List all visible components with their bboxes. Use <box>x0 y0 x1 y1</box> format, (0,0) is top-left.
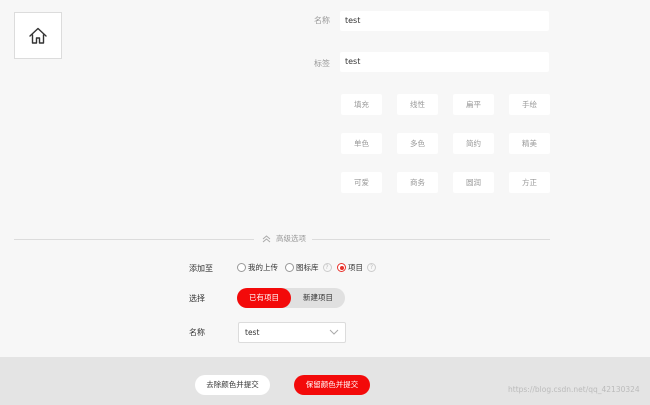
radio-label: 图标库 <box>296 263 319 272</box>
tag-chip[interactable]: 手绘 <box>509 94 550 115</box>
advanced-options-toggle[interactable]: 高级选项 <box>260 233 308 244</box>
radio-label: 项目 <box>348 263 363 272</box>
remove-color-submit-button[interactable]: 去除颜色并提交 <box>195 375 270 395</box>
radio-label: 我的上传 <box>248 263 278 272</box>
radio-project[interactable]: 项目 ? <box>337 262 376 273</box>
tag-chip[interactable]: 方正 <box>509 172 550 193</box>
chevron-down-icon <box>329 329 339 335</box>
tag-chip[interactable]: 单色 <box>341 133 382 154</box>
tag-label: 标签 <box>314 59 330 68</box>
keep-color-submit-button[interactable]: 保留颜色并提交 <box>294 375 370 395</box>
select-label: 选择 <box>189 294 205 303</box>
tag-input[interactable]: test <box>340 52 549 72</box>
radio-icon-library[interactable]: 图标库 ? <box>285 262 332 273</box>
add-to-label: 添加至 <box>189 264 213 273</box>
name-label: 名称 <box>314 16 330 25</box>
tag-chip[interactable]: 多色 <box>397 133 438 154</box>
divider-right <box>312 239 550 240</box>
tag-chip[interactable]: 精美 <box>509 133 550 154</box>
help-icon[interactable]: ? <box>322 263 332 272</box>
radio-circle <box>285 263 294 272</box>
home-icon <box>29 27 47 44</box>
project-select[interactable]: test <box>238 322 346 343</box>
tag-chip[interactable]: 可爱 <box>341 172 382 193</box>
tag-chip[interactable]: 简约 <box>453 133 494 154</box>
existing-project-tab[interactable]: 已有项目 <box>237 288 291 308</box>
project-select-value: test <box>245 328 260 337</box>
divider-left <box>14 239 254 240</box>
double-chevron-up-icon <box>262 234 271 242</box>
tag-chip[interactable]: 商务 <box>397 172 438 193</box>
name-input[interactable]: test <box>340 11 549 31</box>
project-name-label: 名称 <box>189 328 205 337</box>
watermark: https://blog.csdn.net/qq_42130324 <box>508 385 640 394</box>
tag-chip[interactable]: 填充 <box>341 94 382 115</box>
help-icon[interactable]: ? <box>367 263 376 272</box>
radio-my-uploads[interactable]: 我的上传 <box>237 262 278 273</box>
project-mode-toggle: 已有项目 新建项目 <box>237 288 345 308</box>
radio-circle <box>237 263 246 272</box>
radio-circle-selected <box>337 263 346 272</box>
tag-chip[interactable]: 圆润 <box>453 172 494 193</box>
advanced-options-label: 高级选项 <box>276 234 306 243</box>
tag-chip[interactable]: 扁平 <box>453 94 494 115</box>
tag-chip[interactable]: 线性 <box>397 94 438 115</box>
new-project-tab[interactable]: 新建项目 <box>291 288 345 308</box>
icon-preview-box <box>14 12 62 59</box>
